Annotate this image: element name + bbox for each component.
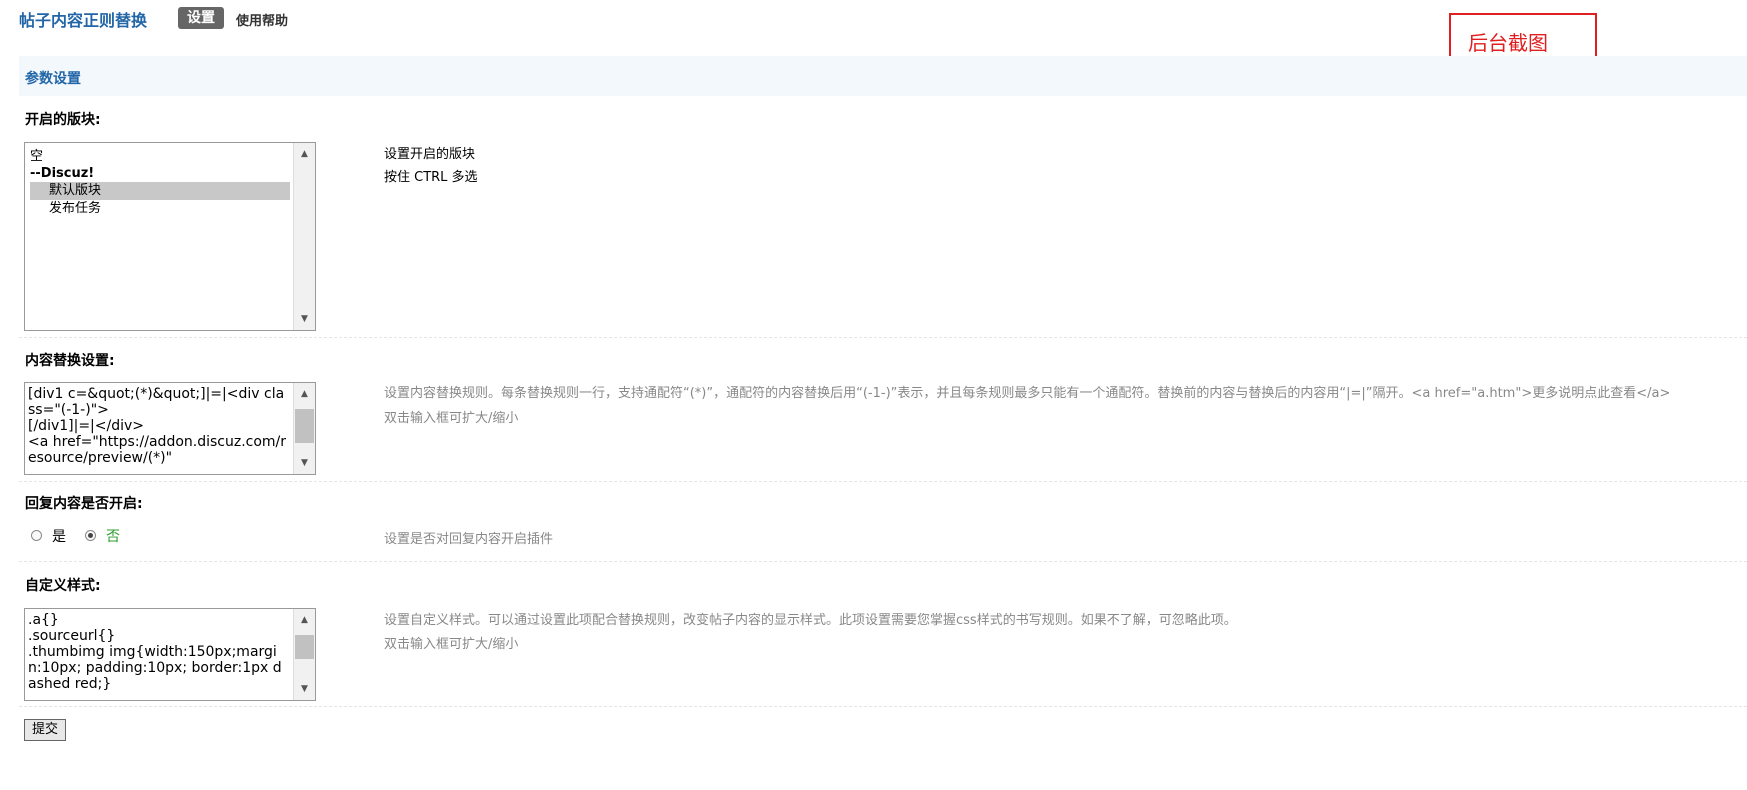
replace-rules-textarea[interactable]: [div1 c=&quot;(*)&quot;]|=|<div class="(… <box>24 382 316 475</box>
scroll-down-icon[interactable]: ▼ <box>294 310 315 328</box>
custom-style-scrollbar[interactable]: ▲ ▼ <box>293 609 315 700</box>
divider <box>19 561 1747 562</box>
section-title: 参数设置 <box>25 71 81 87</box>
boards-hint-line1: 设置开启的版块 <box>384 147 476 162</box>
boards-hint-line2: 按住 CTRL 多选 <box>384 170 478 185</box>
scroll-up-icon[interactable]: ▲ <box>294 145 315 163</box>
replace-rules-value: [div1 c=&quot;(*)&quot;]|=|<div class="(… <box>28 386 287 466</box>
submit-button[interactable]: 提交 <box>24 719 66 741</box>
board-option-default[interactable]: 默认版块 <box>30 182 290 200</box>
replace-rules-hint: 设置内容替换规则。每条替换规则一行，支持通配符“(*)”，通配符的内容替换后用“… <box>384 386 1671 401</box>
reply-enabled-hint: 设置是否对回复内容开启插件 <box>384 532 554 547</box>
divider <box>19 706 1747 707</box>
section-header-bar <box>19 56 1747 96</box>
scroll-down-icon[interactable]: ▼ <box>294 454 315 472</box>
reply-enabled-label: 回复内容是否开启: <box>25 496 143 512</box>
scroll-up-icon[interactable]: ▲ <box>294 611 315 629</box>
reply-yes-radio[interactable] <box>31 530 42 541</box>
divider <box>19 337 1747 338</box>
tab-settings[interactable]: 设置 <box>178 7 224 29</box>
tab-help[interactable]: 使用帮助 <box>236 10 288 29</box>
scroll-thumb[interactable] <box>295 635 314 659</box>
custom-style-label: 自定义样式: <box>25 578 101 594</box>
plugin-title[interactable]: 帖子内容正则替换 <box>19 7 147 31</box>
board-option-tasks[interactable]: 发布任务 <box>30 200 290 218</box>
custom-style-hint2: 双击输入框可扩大/缩小 <box>384 637 519 652</box>
annotation-text: 后台截图 <box>1468 31 1548 55</box>
replace-rules-label: 内容替换设置: <box>25 353 115 369</box>
reply-no-radio[interactable] <box>85 530 96 541</box>
custom-style-hint: 设置自定义样式。可以通过设置此项配合替换规则，改变帖子内容的显示样式。此项设置需… <box>384 613 1237 628</box>
boards-scrollbar[interactable]: ▲ ▼ <box>293 143 315 330</box>
board-option-empty[interactable]: 空 <box>30 148 290 166</box>
scroll-down-icon[interactable]: ▼ <box>294 680 315 698</box>
divider <box>19 481 1747 482</box>
reply-no-label[interactable]: 否 <box>106 526 120 546</box>
replace-rules-hint2: 双击输入框可扩大/缩小 <box>384 411 519 426</box>
boards-multiselect[interactable]: 空 --Discuz! 默认版块 发布任务 ▲ ▼ <box>24 142 316 331</box>
reply-yes-label[interactable]: 是 <box>52 526 66 546</box>
custom-style-value: .a{} .sourceurl{} .thumbimg img{width:15… <box>28 612 282 692</box>
custom-style-textarea[interactable]: .a{} .sourceurl{} .thumbimg img{width:15… <box>24 608 316 701</box>
board-option-discuz-group: --Discuz! <box>30 166 95 181</box>
scroll-up-icon[interactable]: ▲ <box>294 385 315 403</box>
scroll-thumb[interactable] <box>295 409 314 443</box>
boards-label: 开启的版块: <box>25 112 101 128</box>
replace-rules-scrollbar[interactable]: ▲ ▼ <box>293 383 315 474</box>
